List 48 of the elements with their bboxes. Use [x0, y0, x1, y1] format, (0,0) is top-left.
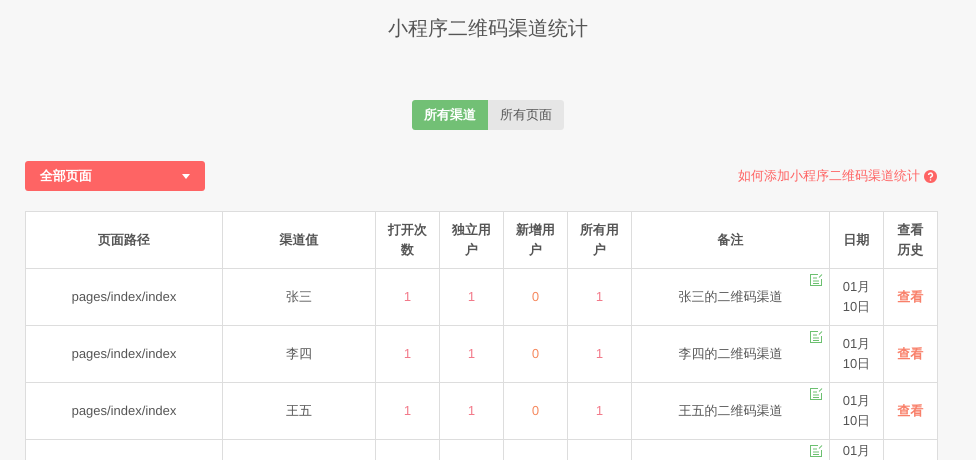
column-header: 页面路径: [98, 231, 150, 249]
table-cell: 1: [596, 289, 604, 304]
table-cell: 0: [532, 289, 540, 304]
table-cell: 1: [404, 346, 412, 362]
view-link[interactable]: 查看: [898, 289, 924, 304]
table-cell: 1: [468, 403, 476, 418]
table-cell: 张三: [286, 289, 312, 304]
edit-icon[interactable]: [809, 387, 823, 401]
edit-icon[interactable]: [809, 444, 823, 458]
column-header: 查看历史: [896, 221, 924, 259]
table-cell: pages/index/index: [72, 403, 176, 418]
table-cell: 1: [404, 403, 412, 418]
table-cell: 1: [468, 289, 476, 304]
tab[interactable]: 所有页面: [488, 100, 564, 130]
edit-icon[interactable]: [809, 330, 823, 344]
table-cell: 李四: [286, 346, 312, 362]
table-cell: 1: [596, 346, 604, 362]
caret-icon: [182, 174, 190, 178]
table-cell: pages/index/index: [72, 346, 176, 362]
note-text: 李四的二维码渠道: [678, 346, 782, 362]
column-header: 所有用户: [578, 221, 620, 259]
table-cell: 1: [468, 346, 476, 362]
table-cell: 0: [532, 403, 540, 418]
column-header: 打开次数: [386, 221, 428, 259]
column-header: 备注: [718, 231, 744, 249]
column-header: 日期: [844, 231, 870, 249]
table-cell: 0: [532, 346, 540, 362]
table-cell: 王五: [286, 403, 312, 418]
date-text: 01月10日: [842, 335, 870, 373]
view-link[interactable]: 查看: [898, 346, 924, 362]
help-icon: [924, 170, 937, 182]
tab[interactable]: 所有渠道: [412, 100, 488, 130]
edit-icon[interactable]: [809, 273, 823, 287]
date-text: 01月: [842, 443, 870, 458]
page-title: 小程序二维码渠道统计: [388, 17, 588, 42]
table-cell: pages/index/index: [72, 289, 176, 304]
note-text: 张三的二维码渠道: [678, 289, 782, 304]
column-header: 独立用户: [450, 221, 492, 259]
view-link[interactable]: 查看: [898, 403, 924, 418]
page-dropdown[interactable]: 全部页面: [25, 161, 205, 191]
column-header: 新增用户: [515, 221, 556, 259]
help-link[interactable]: 如何添加小程序二维码渠道统计: [738, 166, 937, 186]
note-text: 王五的二维码渠道: [678, 403, 782, 418]
table-cell: 1: [596, 403, 604, 418]
table-cell: 1: [404, 289, 412, 304]
date-text: 01月10日: [842, 392, 870, 430]
date-text: 01月10日: [842, 278, 870, 316]
column-header: 渠道值: [280, 231, 318, 249]
